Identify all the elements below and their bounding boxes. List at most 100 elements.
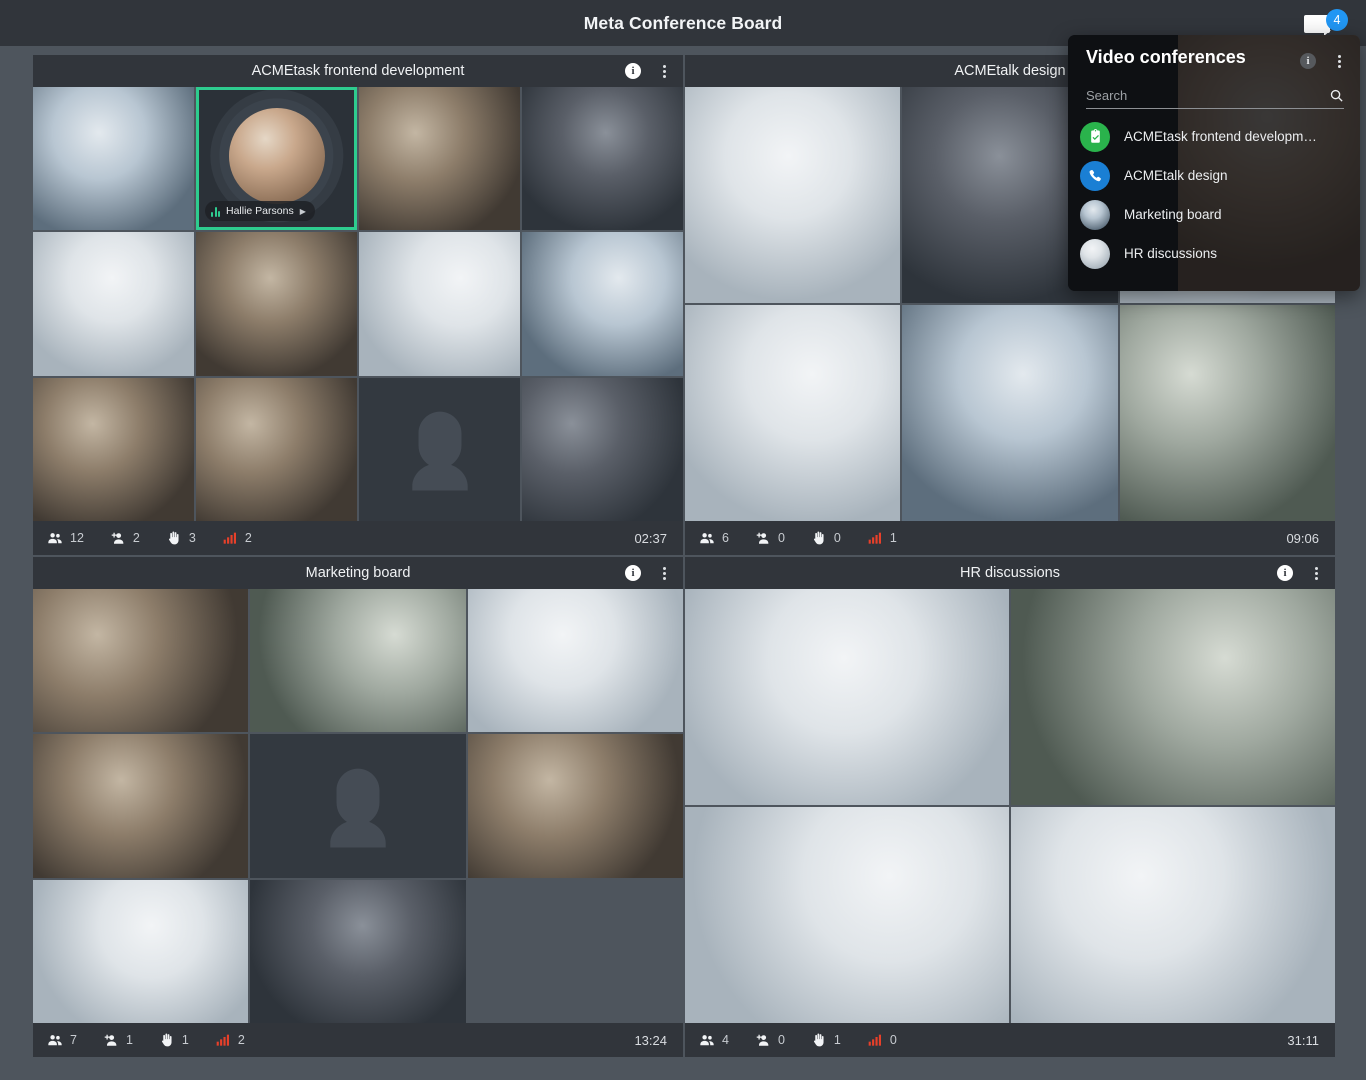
raised-hand-icon <box>813 531 824 545</box>
participant-video <box>250 589 466 733</box>
signal-bars-icon <box>216 1034 229 1046</box>
stat-signal[interactable]: 2 <box>222 530 252 546</box>
participant-tile-active-speaker[interactable]: Hallie Parsons ▶ <box>196 87 357 231</box>
signal-bars-icon <box>223 532 236 544</box>
participant-tile[interactable] <box>685 87 901 303</box>
conference-name: Marketing board <box>1124 207 1222 222</box>
stat-invited[interactable]: 0 <box>755 530 785 546</box>
video-conferences-dropdown[interactable]: Video conferences i ACMEtask frontend de… <box>1068 35 1360 291</box>
panel-more-icon[interactable] <box>1309 565 1323 581</box>
conference-list-item-3[interactable]: HR discussions <box>1080 234 1360 273</box>
stat-participants[interactable]: 6 <box>699 530 729 546</box>
panel-info-icon[interactable]: i <box>625 565 641 581</box>
person-add-icon <box>111 532 124 544</box>
stat-raised-hands[interactable]: 1 <box>159 1032 189 1048</box>
participant-video <box>359 232 520 376</box>
notification-badge: 4 <box>1326 9 1348 31</box>
people-icon <box>48 1035 62 1046</box>
dropdown-info-icon[interactable]: i <box>1300 53 1316 69</box>
panel-info-icon[interactable]: i <box>625 63 641 79</box>
participant-tile[interactable] <box>33 879 249 1023</box>
panel-title: ACMEtalk design <box>954 63 1066 79</box>
participant-tile[interactable] <box>33 377 194 521</box>
participant-tile[interactable] <box>33 734 249 878</box>
dropdown-search[interactable] <box>1086 83 1344 109</box>
participant-video <box>467 734 683 878</box>
participant-tile[interactable] <box>33 232 194 376</box>
panel-more-icon[interactable] <box>657 63 671 79</box>
people-icon <box>700 1035 714 1046</box>
call-duration: 31:11 <box>1287 1032 1319 1048</box>
participant-tile[interactable] <box>196 232 357 376</box>
panel-header: ACMEtask frontend development i <box>33 55 683 87</box>
panel-title: ACMEtask frontend development <box>251 63 465 79</box>
participant-video <box>359 87 520 231</box>
participant-tile[interactable] <box>33 87 194 231</box>
panel-footer: 6 0 0 1 09:06 <box>685 521 1335 555</box>
search-input[interactable] <box>1086 88 1329 103</box>
participant-tile[interactable] <box>196 377 357 521</box>
stat-invited[interactable]: 2 <box>110 530 140 546</box>
invited-count: 2 <box>132 531 140 545</box>
participant-tile[interactable] <box>33 589 249 733</box>
participant-tile[interactable] <box>1011 807 1335 1023</box>
conference-list-item-1[interactable]: ACMEtalk design <box>1080 156 1360 195</box>
stat-signal[interactable]: 1 <box>867 530 897 546</box>
panel-footer: 4 0 1 0 31:11 <box>685 1023 1335 1057</box>
raised-hands-count: 0 <box>833 531 841 545</box>
stat-raised-hands[interactable]: 1 <box>811 1032 841 1048</box>
phone-icon <box>1080 160 1110 191</box>
call-duration: 13:24 <box>634 1032 667 1048</box>
participant-tile[interactable] <box>522 232 683 376</box>
participant-video <box>33 879 249 1023</box>
panel-title: Marketing board <box>305 565 411 581</box>
participant-video <box>33 377 194 521</box>
panel-more-icon[interactable] <box>657 565 671 581</box>
speaker-name-pill[interactable]: Hallie Parsons ▶ <box>205 201 315 222</box>
participant-tile-placeholder[interactable] <box>250 734 466 878</box>
stat-participants[interactable]: 7 <box>47 1032 77 1048</box>
stat-signal[interactable]: 0 <box>867 1032 897 1048</box>
participant-video <box>467 589 683 733</box>
participant-tile[interactable] <box>359 87 520 231</box>
stat-raised-hands[interactable]: 0 <box>811 530 841 546</box>
participant-tile[interactable] <box>1119 305 1335 521</box>
participant-tile[interactable] <box>467 734 683 878</box>
participant-tile[interactable] <box>522 87 683 231</box>
group-avatar <box>1080 199 1110 230</box>
participant-tile[interactable] <box>522 377 683 521</box>
conference-list-item-0[interactable]: ACMEtask frontend developm… <box>1080 117 1360 156</box>
participant-tile[interactable] <box>685 807 1009 1023</box>
panel-info-icon[interactable]: i <box>1277 565 1293 581</box>
stat-raised-hands[interactable]: 3 <box>166 530 196 546</box>
stat-invited[interactable]: 0 <box>755 1032 785 1048</box>
conference-name: ACMEtalk design <box>1124 168 1228 183</box>
participant-tile[interactable] <box>250 879 466 1023</box>
participant-video <box>33 87 194 231</box>
screen-share-button[interactable]: 4 <box>1300 9 1348 37</box>
panel-footer: 12 2 3 2 02:37 <box>33 521 683 555</box>
participant-video <box>33 589 249 733</box>
stat-participants[interactable]: 4 <box>699 1032 729 1048</box>
raised-hand-icon <box>161 1033 172 1047</box>
stat-signal[interactable]: 2 <box>215 1032 245 1048</box>
participant-tile-placeholder[interactable] <box>359 377 520 521</box>
participant-tile[interactable] <box>467 589 683 733</box>
panel-header: HR discussions i <box>685 557 1335 589</box>
participant-tile[interactable] <box>902 305 1118 521</box>
conference-name: ACMEtask frontend developm… <box>1124 129 1317 144</box>
dropdown-more-icon[interactable] <box>1332 53 1346 69</box>
participant-tile[interactable] <box>359 232 520 376</box>
participant-tile[interactable] <box>250 589 466 733</box>
participant-video <box>250 879 466 1023</box>
stat-invited[interactable]: 1 <box>103 1032 133 1048</box>
stat-participants[interactable]: 12 <box>47 530 84 546</box>
participant-tile[interactable] <box>685 589 1009 805</box>
participants-count: 7 <box>70 1033 77 1047</box>
participant-tile[interactable] <box>685 305 901 521</box>
conference-list-item-2[interactable]: Marketing board <box>1080 195 1360 234</box>
signal-count: 0 <box>889 1033 897 1047</box>
participant-tile[interactable] <box>1011 589 1335 805</box>
speaker-name: Hallie Parsons <box>226 205 294 218</box>
conference-name: HR discussions <box>1124 246 1218 261</box>
